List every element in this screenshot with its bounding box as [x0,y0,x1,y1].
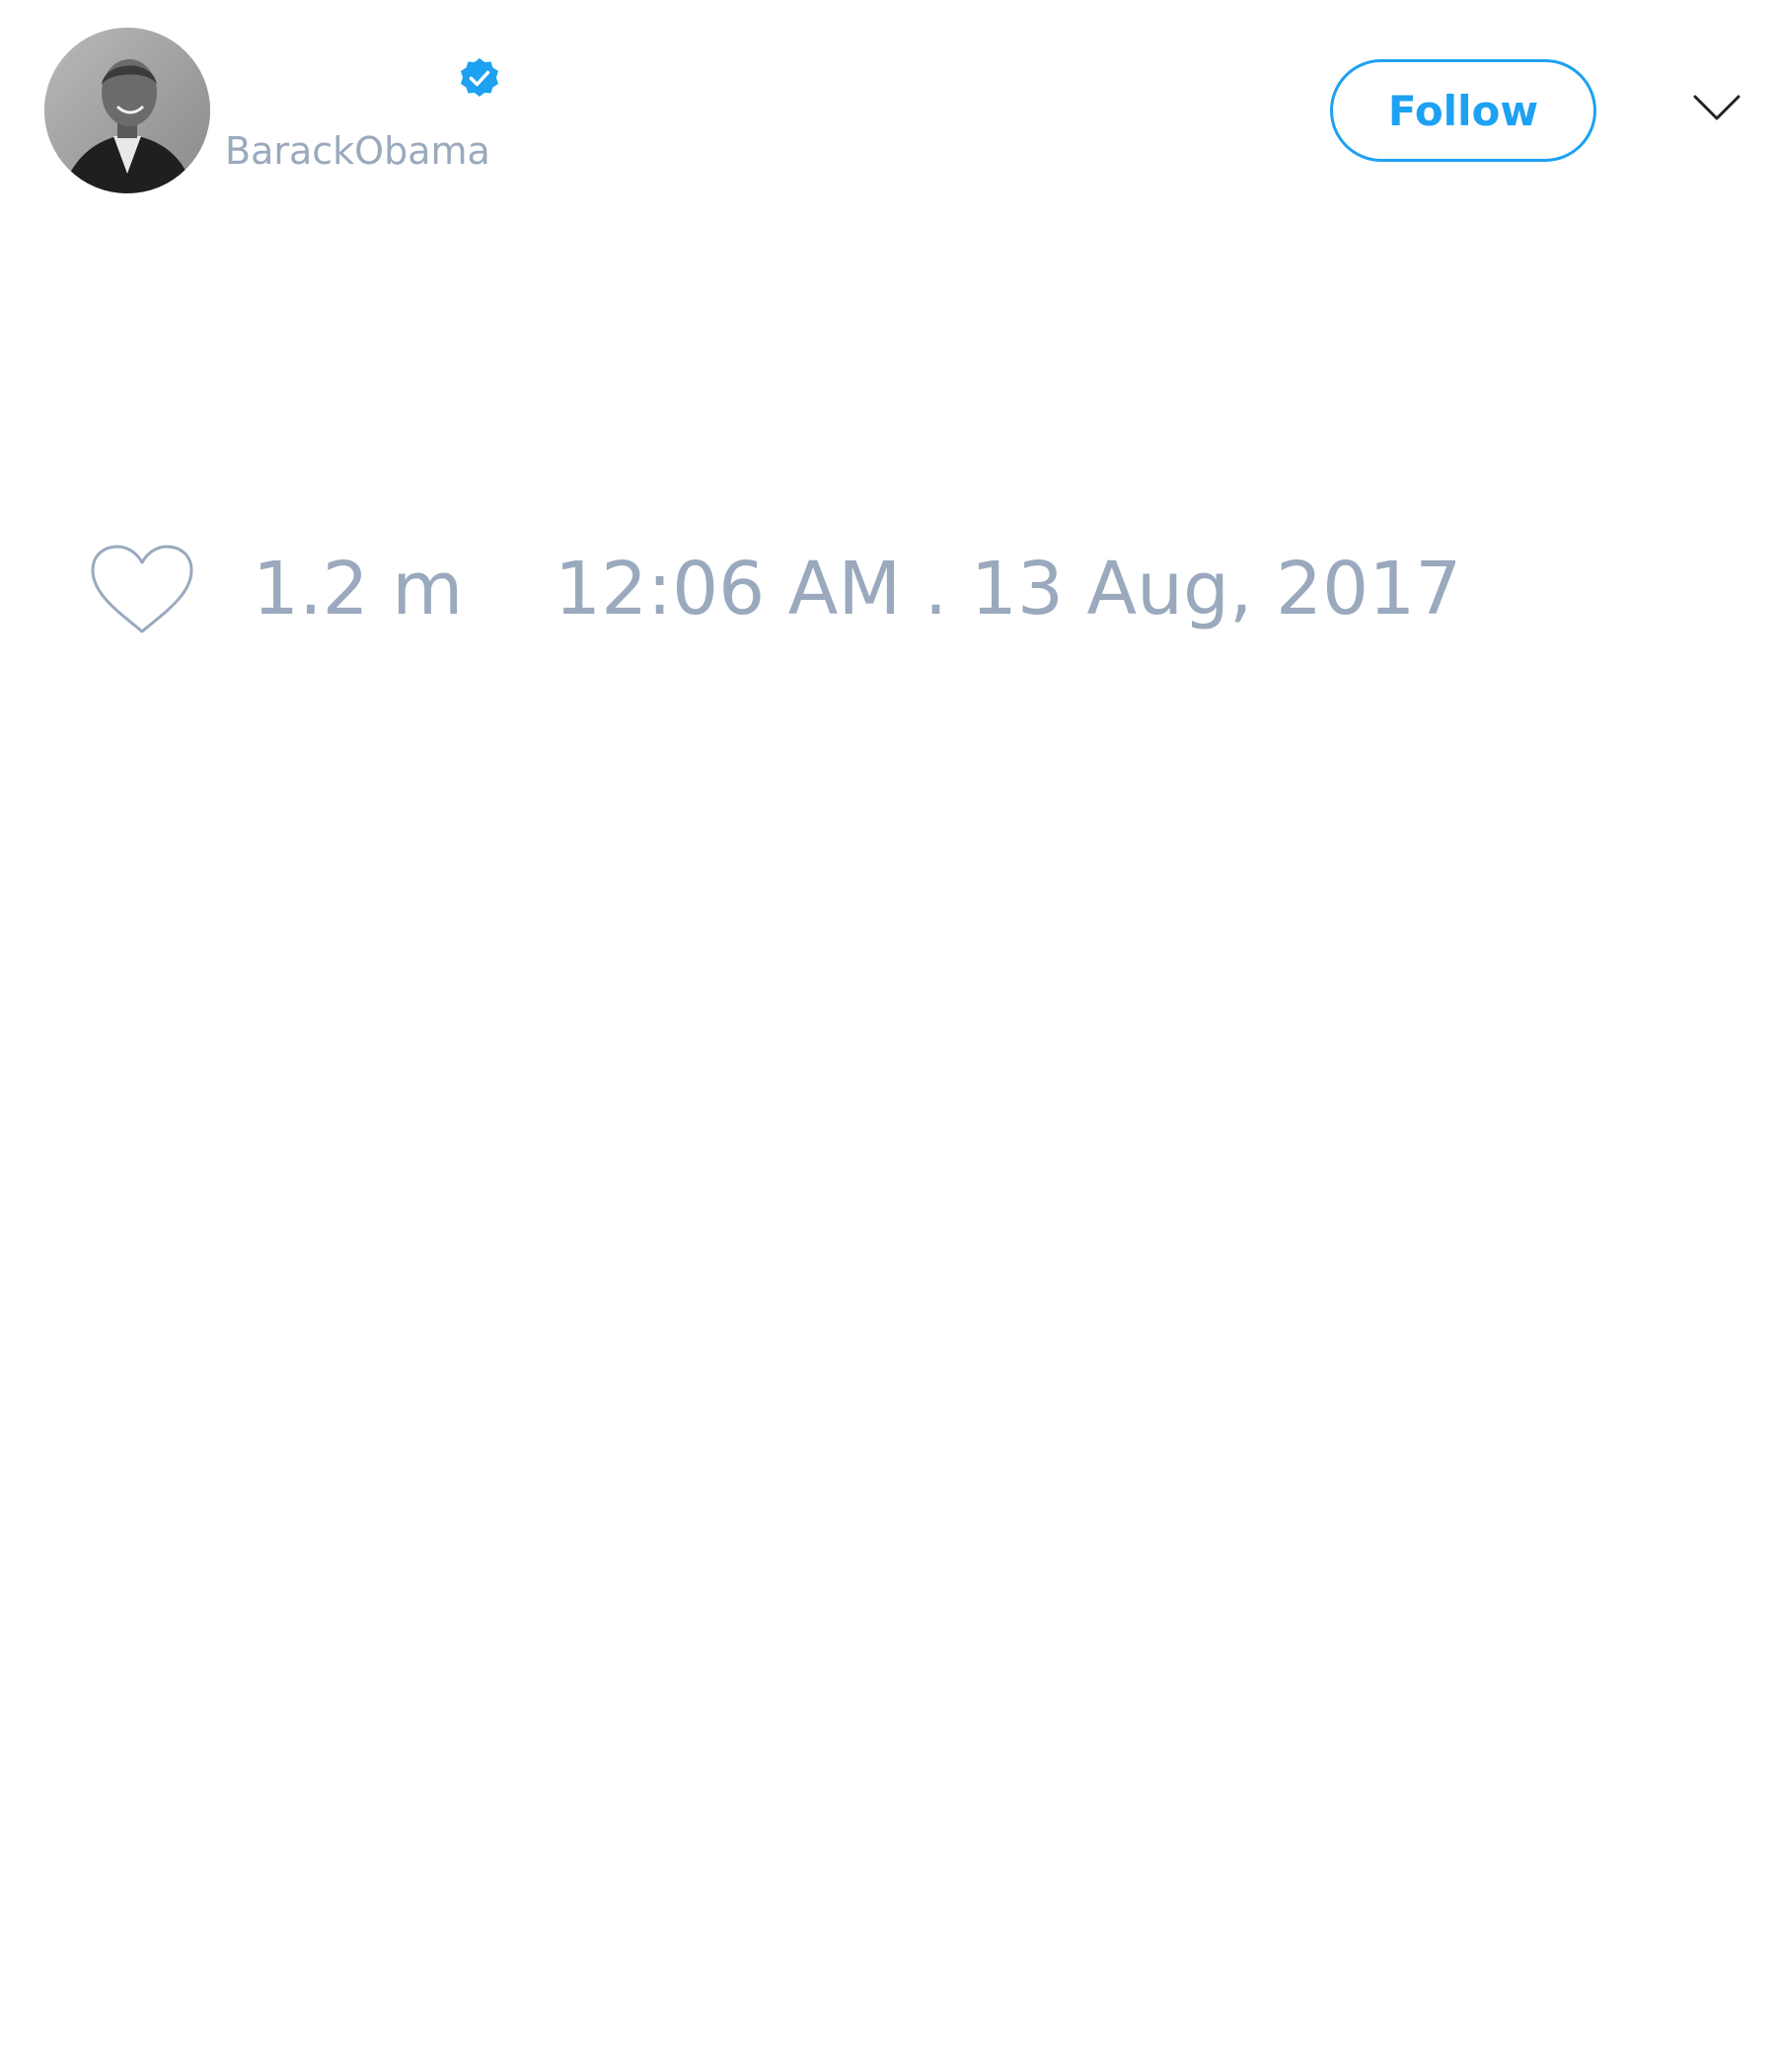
avatar-image [44,28,210,193]
follow-button[interactable]: Follow [1330,59,1596,162]
heart-icon[interactable] [89,543,195,636]
like-count: 1.2 m [253,547,464,631]
timestamp[interactable]: 12:06 AM . 13 Aug, 2017 [555,548,1461,630]
avatar[interactable] [44,28,210,193]
username[interactable]: BarackObama [225,128,490,174]
chevron-down-icon[interactable] [1692,89,1741,128]
verified-badge-icon [456,55,503,103]
